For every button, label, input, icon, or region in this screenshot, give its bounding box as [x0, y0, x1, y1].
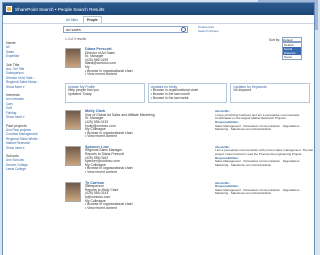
search-query: ad sales: [66, 27, 81, 32]
window-title: SharePoint Search • People Search Result…: [15, 6, 105, 12]
search-input[interactable]: ad sales: [63, 26, 188, 33]
tab-people[interactable]: People: [82, 16, 102, 23]
responsibilities-text: Sales Management · Persuasive Communicat…: [215, 187, 302, 196]
responsibilities-text: Sales Management · Persuasive Communicat…: [215, 159, 302, 167]
person-result: Ty Carlson Salesperson Reports to Molly Cl…: [65, 181, 310, 211]
profile-updates: Update My Profile Help people find you Upd…: [65, 82, 311, 104]
person-info: Ty Carlson Salesperson Reports to Molly Cl…: [85, 181, 133, 211]
update-box-line: No keyword: [233, 88, 252, 93]
person-info: Molly Clark Vice of Global Ad Sales and A…: [85, 109, 155, 139]
profile-photo[interactable]: [65, 110, 81, 131]
search-row: ad sales Preferences Search Options: [3, 24, 314, 35]
about-section: About Me: I am a persuasive communicator …: [215, 145, 315, 168]
title-bar: SharePoint Search • People Search Result…: [3, 3, 314, 15]
scope-tabs: All Sites People: [3, 15, 314, 24]
update-box-line: Updated: Today: [68, 91, 92, 96]
update-box-line: • Browse in the last week: [150, 95, 189, 100]
profile-photo[interactable]: [65, 145, 81, 166]
person-info: Spencer Low Regional Sales Manager Reports…: [85, 145, 133, 175]
refinement-link[interactable]: Show more ▾: [6, 115, 56, 120]
browser-window: SharePoint Search • People Search Result…: [2, 2, 315, 255]
refinement-panel: Name All Sales Expertise Job Title Acc. Vol T…: [6, 37, 56, 172]
person-result: Diana Prescott Director of Ad Sales Sr. Ma…: [65, 47, 310, 77]
update-box: Updates for Molly • Browse in organizatio…: [147, 82, 228, 104]
person-detail[interactable]: • View recent content: [85, 135, 155, 139]
sharepoint-logo-icon: [6, 6, 12, 12]
tab-all-sites[interactable]: All Sites: [63, 17, 81, 23]
refinement-link[interactable]: Show More ▾: [6, 85, 56, 90]
refinement-link[interactable]: Show more ▾: [6, 146, 56, 151]
sort-label: Sort by:: [269, 37, 280, 42]
person-result: Spencer Low Regional Sales Manager Reports…: [65, 145, 313, 175]
search-icon[interactable]: [181, 27, 186, 32]
person-detail[interactable]: • View recent content: [85, 206, 133, 211]
responsibilities-text: Sales Management · Persuasive Communicat…: [215, 123, 302, 132]
refinement-link[interactable]: Expertise: [6, 54, 56, 59]
person-detail[interactable]: • View recent content: [85, 170, 133, 175]
people-results: Diana Prescott Director of Ad Sales Sr. Ma…: [65, 47, 313, 211]
refinement-link[interactable]: Lewis College: [6, 167, 56, 172]
update-box: Updates for Keywords No keyword: [230, 82, 311, 104]
results-pane: 1-4 of 4 results Sort by: Default Defaul…: [65, 37, 313, 211]
search-options-link[interactable]: Search Options: [198, 29, 219, 34]
profile-photo[interactable]: [65, 48, 81, 68]
about-section: About Me: I enjoy prioritizing business a…: [215, 110, 315, 132]
person-info: Diana Prescott Director of Ad Sales Sr. Ma…: [85, 47, 133, 77]
person-result: Molly Clark Vice of Global Ad Sales and A…: [65, 109, 310, 139]
person-detail[interactable]: • View recent content: [85, 73, 133, 77]
search-links: Preferences Search Options: [198, 25, 219, 34]
profile-photo[interactable]: [65, 181, 81, 202]
update-box: Update My Profile Help people find you Upd…: [65, 82, 145, 104]
about-section: About Me: Responsibilities: Sales Manageme…: [215, 181, 315, 196]
